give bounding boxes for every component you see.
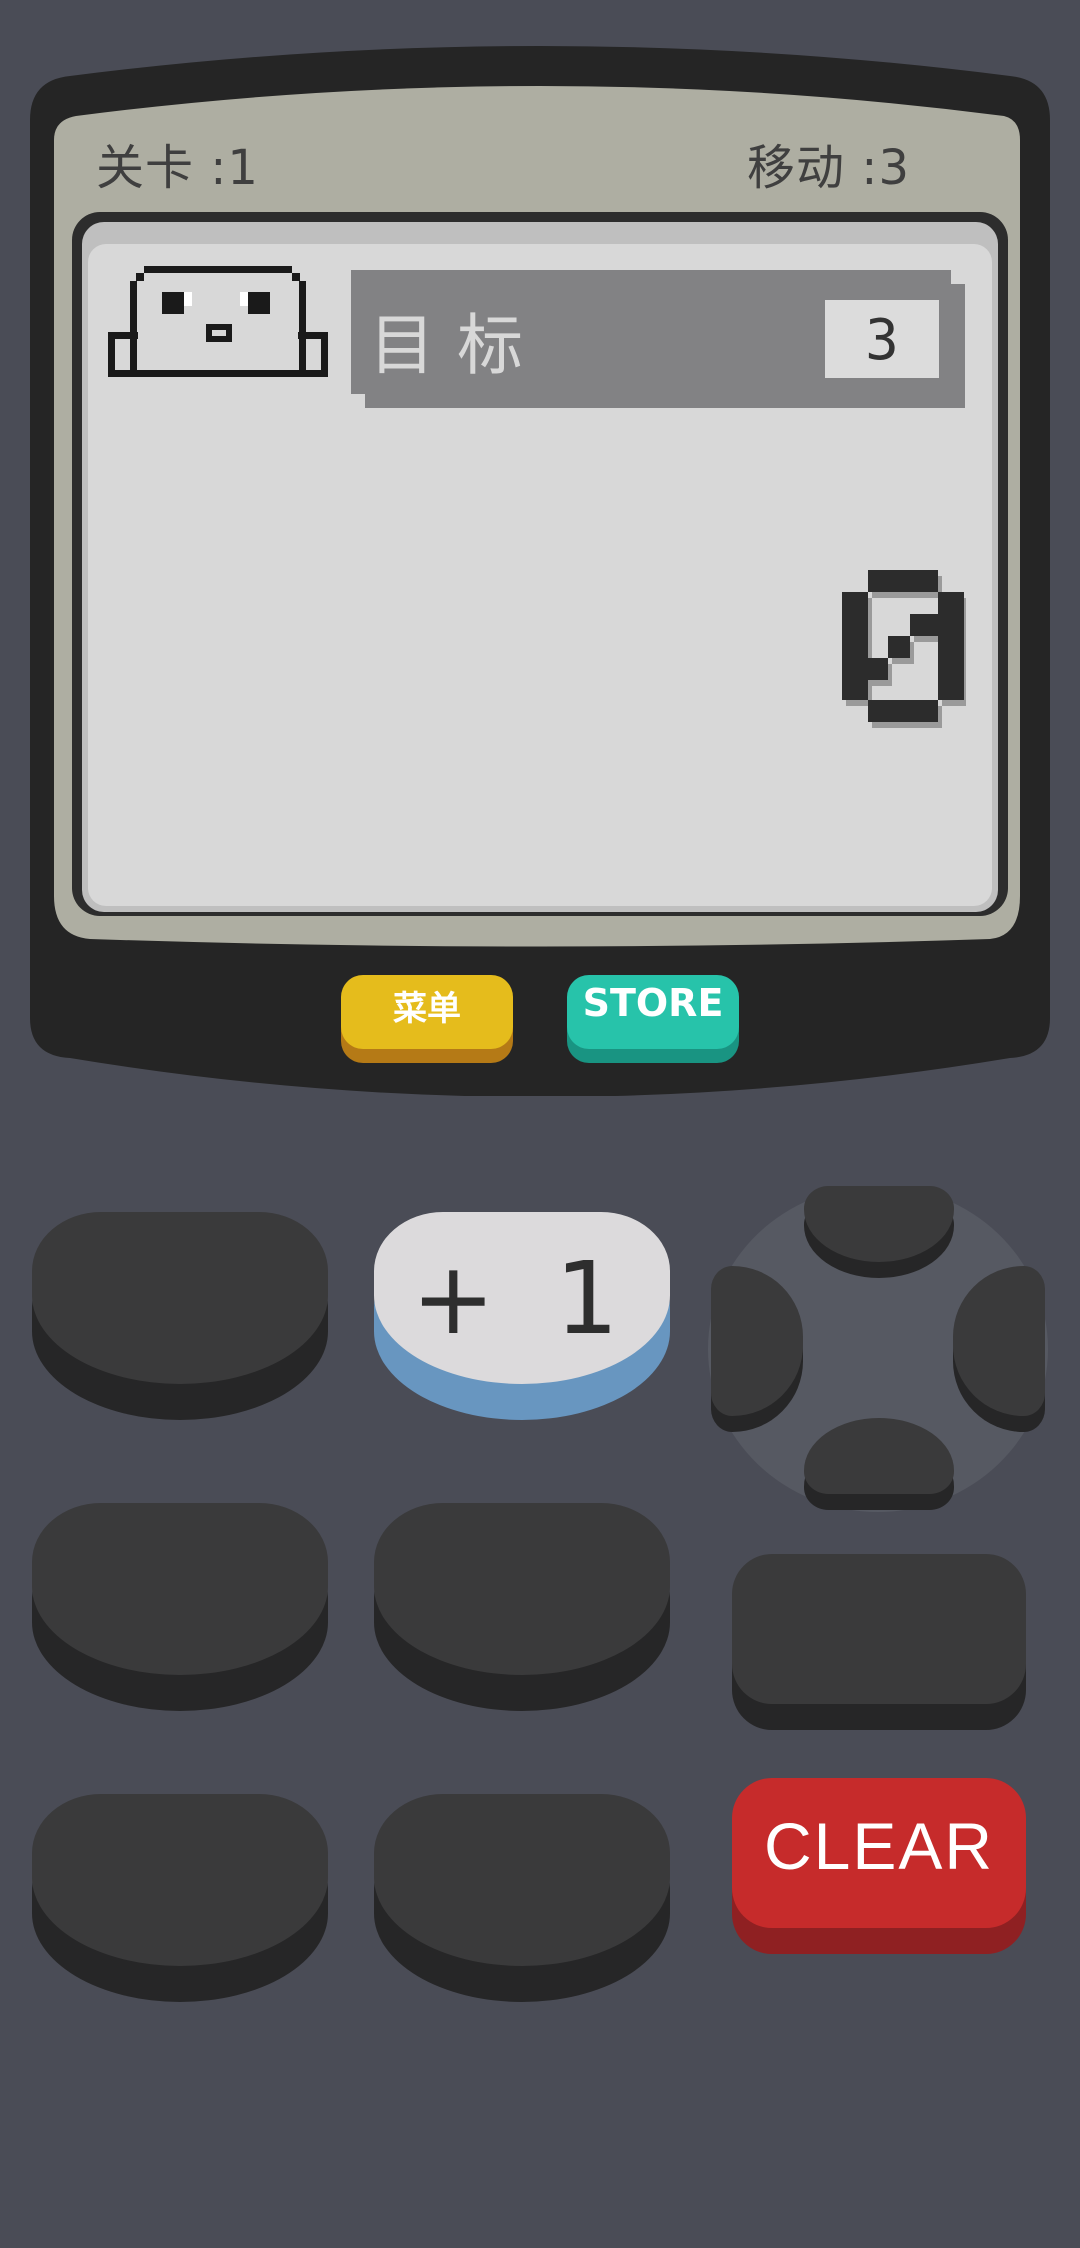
dpad-right-button[interactable] xyxy=(953,1266,1045,1416)
dpad-up-button[interactable] xyxy=(804,1186,954,1262)
goal-value: 3 xyxy=(865,308,899,373)
clear-button[interactable]: CLEAR xyxy=(732,1778,1026,1928)
plus-one-label: + 1 xyxy=(411,1239,633,1357)
clear-button-label: CLEAR xyxy=(763,1809,995,1883)
blank-key-4[interactable] xyxy=(732,1554,1026,1704)
current-number-display xyxy=(842,570,966,728)
blank-key-6[interactable] xyxy=(374,1794,670,1966)
calculator-mascot-icon xyxy=(108,266,328,377)
dpad xyxy=(708,1186,1048,1512)
blank-key-2[interactable] xyxy=(32,1503,328,1675)
goal-value-box: 3 xyxy=(825,300,939,378)
moves-indicator: 移动 :3 xyxy=(747,140,910,196)
goal-banner: 目标 3 xyxy=(351,270,965,408)
dpad-down-button[interactable] xyxy=(804,1418,954,1494)
store-button-label: STORE xyxy=(582,981,724,1025)
menu-button[interactable]: 菜单 xyxy=(341,975,513,1049)
blank-key-1[interactable] xyxy=(32,1212,328,1384)
dpad-left-button[interactable] xyxy=(711,1266,803,1416)
blank-key-5[interactable] xyxy=(32,1794,328,1966)
blank-key-3[interactable] xyxy=(374,1503,670,1675)
plus-one-key[interactable]: + 1 xyxy=(374,1212,670,1384)
level-indicator: 关卡 :1 xyxy=(96,140,259,196)
store-button[interactable]: STORE xyxy=(567,975,739,1049)
goal-label: 目标 xyxy=(369,307,545,384)
menu-button-label: 菜单 xyxy=(393,989,461,1029)
